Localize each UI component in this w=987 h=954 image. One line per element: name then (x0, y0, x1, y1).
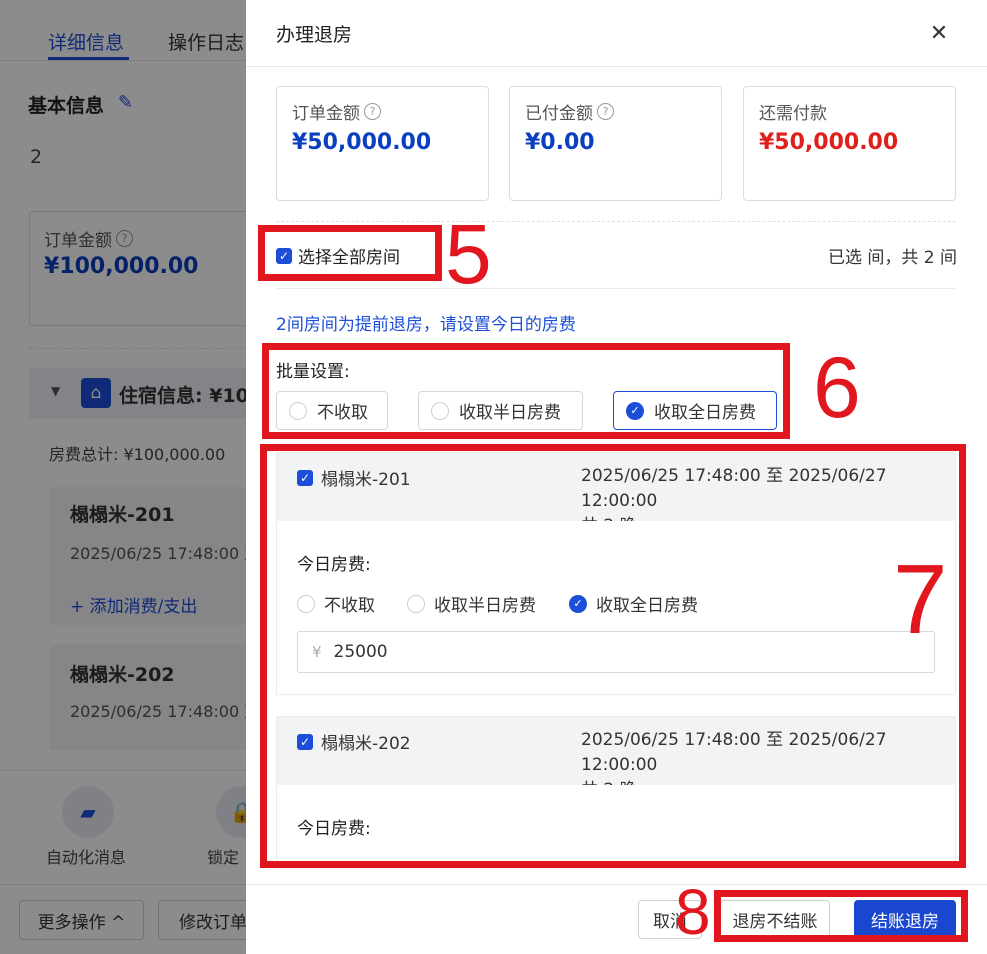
annotation-box-8 (714, 890, 968, 942)
close-icon[interactable]: ✕ (926, 20, 952, 46)
annotation-box-7 (260, 444, 966, 868)
annotation-box-6 (262, 343, 790, 439)
paid-amount-card: 已付金额? ¥0.00 (509, 86, 722, 201)
amount-due-label: 还需付款 (759, 104, 827, 124)
selected-count: 已选 间，共 2 间 (827, 248, 957, 268)
annotation-number-5: 5 (445, 207, 492, 301)
annotation-number-6: 6 (813, 340, 861, 436)
annotation-number-7: 7 (893, 544, 948, 654)
paid-amount-value: ¥0.00 (525, 130, 595, 155)
early-checkout-notice: 2间房间为提前退房，请设置今日的房费 (276, 315, 576, 335)
divider (276, 288, 956, 289)
footer-divider (246, 884, 987, 885)
order-amount-label: 订单金额 (292, 104, 360, 124)
order-amount-card: 订单金额? ¥50,000.00 (276, 86, 489, 201)
divider (246, 66, 987, 67)
amount-due-card: 还需付款 ¥50,000.00 (743, 86, 956, 201)
annotation-box-5 (258, 225, 442, 281)
paid-amount-label: 已付金额 (525, 104, 593, 124)
divider (276, 221, 956, 222)
help-icon[interactable]: ? (597, 103, 614, 120)
order-amount-value: ¥50,000.00 (292, 130, 432, 155)
help-icon[interactable]: ? (364, 103, 381, 120)
annotation-number-8: 8 (675, 876, 711, 948)
amount-due-value: ¥50,000.00 (759, 130, 899, 155)
drawer-title: 办理退房 (276, 24, 353, 46)
